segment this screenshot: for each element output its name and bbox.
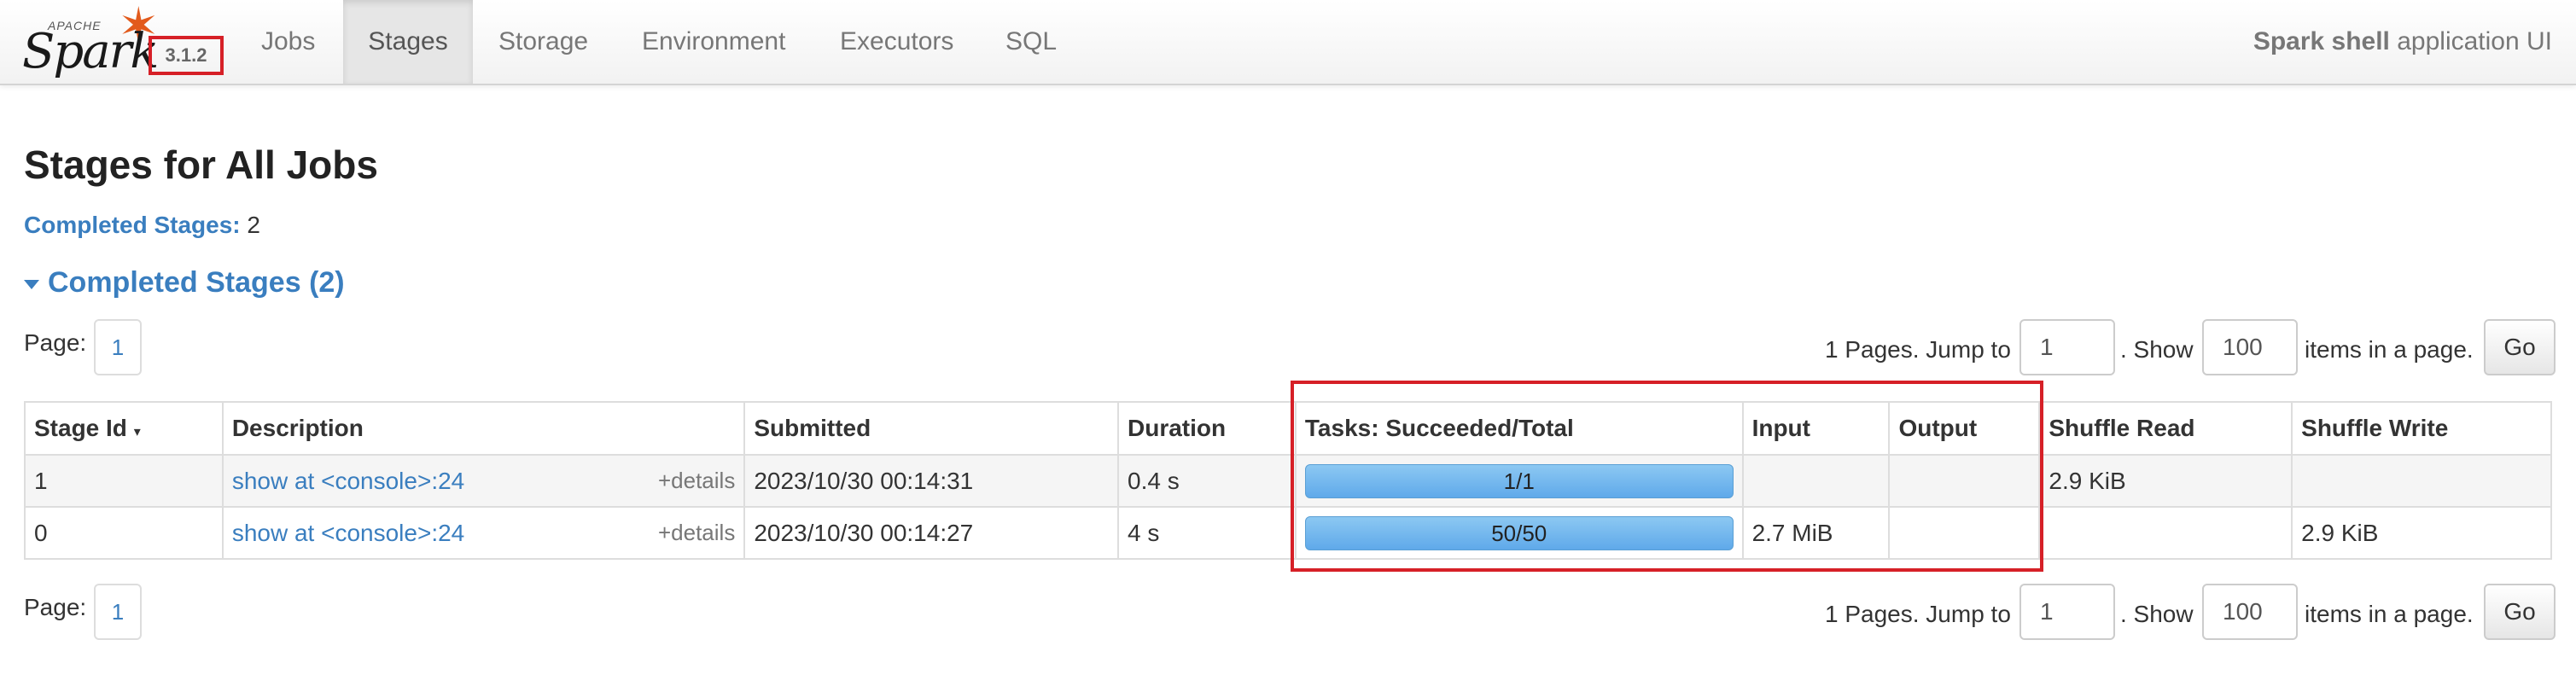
tab-storage[interactable]: Storage xyxy=(498,0,609,84)
table-header-row: Stage Id ▾ Description Submitted Duratio… xyxy=(24,401,2552,456)
items-text: items in a page. xyxy=(2305,336,2474,363)
pages-text: 1 Pages. Jump to xyxy=(1825,336,2011,363)
cell-output xyxy=(1888,454,2041,508)
cell-shuffle-write xyxy=(2291,454,2552,508)
page-size-input[interactable] xyxy=(2202,584,2298,640)
header-output[interactable]: Output xyxy=(1888,401,2041,456)
cell-duration: 4 s xyxy=(1117,506,1297,560)
sort-desc-icon: ▾ xyxy=(133,425,141,439)
stages-table: Stage Id ▾ Description Submitted Duratio… xyxy=(24,401,2552,560)
table-row: 1 show at <console>:24 +details 2023/10/… xyxy=(24,454,2552,508)
table-row: 0 show at <console>:24 +details 2023/10/… xyxy=(24,506,2552,560)
tab-sql[interactable]: SQL xyxy=(1005,0,1074,84)
tab-executors[interactable]: Executors xyxy=(840,0,985,84)
app-title-suffix: application UI xyxy=(2389,27,2552,55)
pager-bottom: Page: 1 1 Pages. Jump to . Show items in… xyxy=(0,584,2576,643)
page-label: Page: xyxy=(24,329,87,356)
cell-input: 2.7 MiB xyxy=(1741,506,1891,560)
details-toggle[interactable]: +details xyxy=(658,520,735,546)
cell-tasks: 50/50 xyxy=(1294,506,1744,560)
section-title: Completed Stages (2) xyxy=(48,266,345,299)
cell-tasks: 1/1 xyxy=(1294,454,1744,508)
tab-jobs-label: Jobs xyxy=(261,27,316,55)
header-duration[interactable]: Duration xyxy=(1117,401,1297,456)
go-button[interactable]: Go xyxy=(2484,584,2556,640)
tasks-progress-bar: 1/1 xyxy=(1304,463,1734,498)
progress-label: 50/50 xyxy=(1491,520,1547,546)
navbar: ✶ APACHE Spark 3.1.2 Jobs Stages Storage… xyxy=(0,0,2576,85)
cell-shuffle-read: 2.9 KiB xyxy=(2038,454,2293,508)
header-stage-id[interactable]: Stage Id ▾ xyxy=(24,401,224,456)
header-description[interactable]: Description xyxy=(221,401,746,456)
tab-environment[interactable]: Environment xyxy=(642,0,813,84)
items-text: items in a page. xyxy=(2305,601,2474,627)
header-submitted[interactable]: Submitted xyxy=(743,401,1119,456)
cell-stage-id: 0 xyxy=(24,506,224,560)
cell-duration: 0.4 s xyxy=(1117,454,1297,508)
spark-logo[interactable]: ✶ APACHE Spark xyxy=(19,0,164,79)
cell-shuffle-write: 2.9 KiB xyxy=(2291,506,2552,560)
tab-storage-label: Storage xyxy=(498,27,589,55)
header-shuffle-read[interactable]: Shuffle Read xyxy=(2038,401,2293,456)
cell-description: show at <console>:24 +details xyxy=(221,506,746,560)
page-label: Page: xyxy=(24,594,87,620)
completed-stages-count: 2 xyxy=(247,212,260,238)
pager-top: Page: 1 1 Pages. Jump to . Show items in… xyxy=(0,319,2576,379)
go-button[interactable]: Go xyxy=(2484,319,2556,375)
jump-to-page-input[interactable] xyxy=(2019,319,2115,375)
cell-stage-id: 1 xyxy=(24,454,224,508)
cell-description: show at <console>:24 +details xyxy=(221,454,746,508)
page-number-button[interactable]: 1 xyxy=(94,584,142,640)
tab-jobs[interactable]: Jobs xyxy=(241,0,335,84)
app-title-name: Spark shell xyxy=(2253,27,2390,55)
cell-submitted: 2023/10/30 00:14:27 xyxy=(743,506,1119,560)
tab-environment-label: Environment xyxy=(642,27,786,55)
details-toggle[interactable]: +details xyxy=(658,468,735,494)
show-text: . Show xyxy=(2120,601,2194,627)
version-badge: 3.1.2 xyxy=(149,36,224,75)
header-tasks[interactable]: Tasks: Succeeded/Total xyxy=(1294,401,1744,456)
tasks-progress-bar: 50/50 xyxy=(1304,515,1734,550)
page-number-button[interactable]: 1 xyxy=(94,319,142,375)
summary: Completed Stages: 2 xyxy=(24,212,260,239)
header-input[interactable]: Input xyxy=(1741,401,1891,456)
app-title: Spark shell application UI xyxy=(2253,0,2552,84)
stage-description-link[interactable]: show at <console>:24 xyxy=(232,520,464,546)
page-title: Stages for All Jobs xyxy=(24,143,378,187)
tab-stages-label: Stages xyxy=(368,27,448,55)
pages-text: 1 Pages. Jump to xyxy=(1825,601,2011,627)
cell-submitted: 2023/10/30 00:14:31 xyxy=(743,454,1119,508)
stage-description-link[interactable]: show at <console>:24 xyxy=(232,468,464,494)
completed-stages-toggle[interactable]: Completed Stages (2) xyxy=(24,266,345,300)
show-text: . Show xyxy=(2120,336,2194,363)
progress-label: 1/1 xyxy=(1503,468,1535,494)
caret-down-icon xyxy=(24,279,39,289)
cell-input xyxy=(1741,454,1891,508)
tab-sql-label: SQL xyxy=(1005,27,1058,55)
header-shuffle-write[interactable]: Shuffle Write xyxy=(2291,401,2552,456)
jump-to-page-input[interactable] xyxy=(2019,584,2115,640)
header-stage-id-label: Stage Id xyxy=(34,415,127,441)
cell-shuffle-read xyxy=(2038,506,2293,560)
tab-executors-label: Executors xyxy=(840,27,954,55)
completed-stages-link[interactable]: Completed Stages: xyxy=(24,212,241,238)
tab-stages[interactable]: Stages xyxy=(343,0,473,84)
logo-spark-text: Spark xyxy=(22,24,159,79)
cell-output xyxy=(1888,506,2041,560)
page-size-input[interactable] xyxy=(2202,319,2298,375)
